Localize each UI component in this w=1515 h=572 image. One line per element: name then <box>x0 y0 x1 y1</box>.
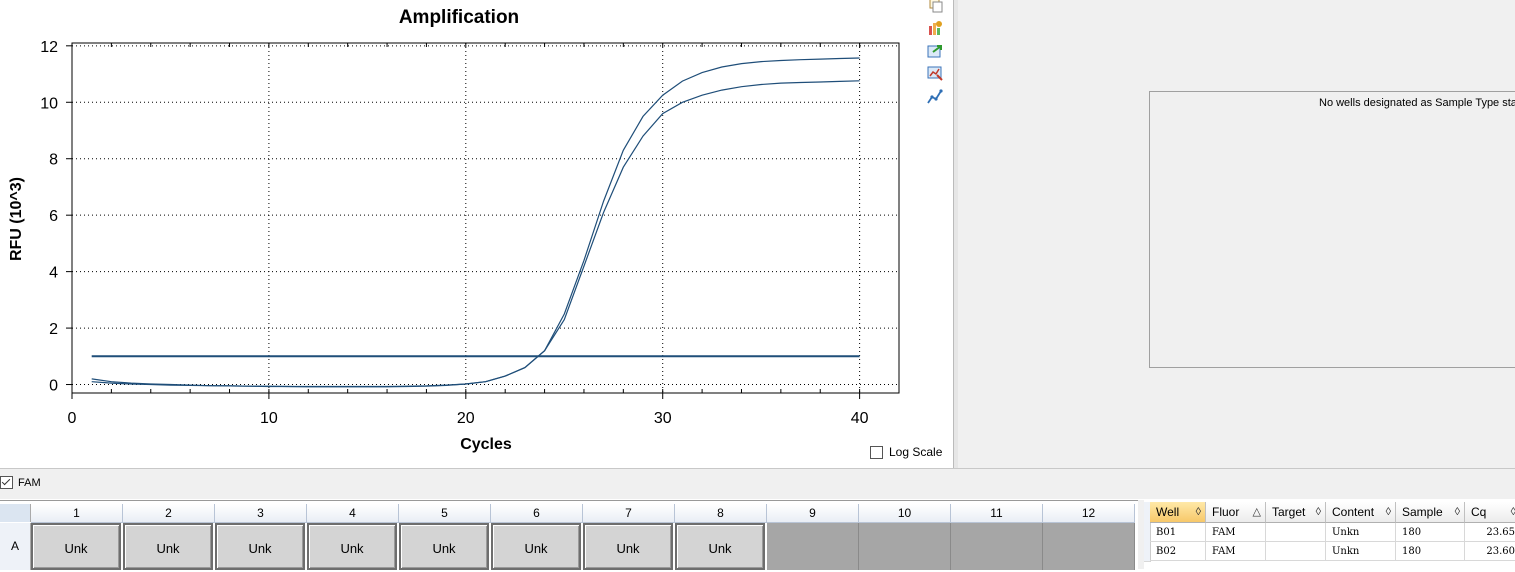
x-tick-label: 30 <box>654 410 672 427</box>
column-header-11[interactable]: 11 <box>951 504 1043 523</box>
column-header-5[interactable]: 5 <box>399 504 491 523</box>
well-a9[interactable] <box>767 523 859 570</box>
table-cell[interactable]: FAM <box>1206 523 1266 542</box>
x-tick-label: 10 <box>260 410 278 427</box>
well-a3[interactable]: Unk <box>215 523 305 570</box>
column-label: Cq <box>1471 505 1487 519</box>
table-cell[interactable]: 180 <box>1396 542 1465 561</box>
fam-checkbox[interactable] <box>0 476 13 489</box>
table-cell[interactable] <box>1266 542 1326 561</box>
column-header-8[interactable]: 8 <box>675 504 767 523</box>
x-tick-label: 20 <box>457 410 475 427</box>
amplification-chart: Amplification Cycles RFU (10^3) 0 10 20 30 4… <box>8 7 900 453</box>
fluor-selector-bar: FAM <box>0 468 1515 499</box>
well-a5[interactable]: Unk <box>399 523 489 570</box>
well-results-table: Well ◊ Fluor △ Target ◊ Content ◊ Sample ◊ Cq ◊ B01… <box>1144 502 1515 569</box>
well-a12[interactable] <box>1043 523 1135 570</box>
column-header-fluor[interactable]: Fluor △ <box>1206 502 1266 523</box>
amplification-curve-2 <box>91 80 860 388</box>
sort-icon[interactable]: ◊ <box>1316 502 1321 523</box>
export-icon[interactable] <box>927 43 943 59</box>
log-scale-checkbox[interactable] <box>870 445 883 459</box>
sort-icon[interactable]: ◊ <box>1196 502 1201 523</box>
well-a4[interactable]: Unk <box>307 523 397 570</box>
column-header-4[interactable]: 4 <box>307 504 399 523</box>
column-label: Well <box>1156 505 1180 519</box>
x-tick-label: 40 <box>851 410 869 427</box>
y-tick-label: 10 <box>40 95 58 112</box>
sort-icon[interactable]: △ <box>1253 502 1261 523</box>
plot-area-border <box>71 42 900 394</box>
column-label: Fluor <box>1212 505 1240 519</box>
table-cell[interactable]: B01 <box>1150 523 1206 542</box>
fluor-toggle[interactable]: FAM <box>0 476 41 489</box>
y-tick-label: 4 <box>49 265 58 282</box>
log-scale-toggle[interactable]: Log Scale <box>870 445 942 459</box>
y-tick-label: 2 <box>49 321 58 338</box>
well-a8[interactable]: Unk <box>675 523 765 570</box>
column-header-sample[interactable]: Sample ◊ <box>1396 502 1465 523</box>
curve-icon[interactable] <box>927 89 943 105</box>
fam-label: FAM <box>18 476 41 489</box>
x-axis-label: Cycles <box>460 436 512 453</box>
column-label: Target <box>1272 505 1306 519</box>
table-cell[interactable]: 23.60 <box>1465 542 1515 561</box>
plate-view: 1 2 3 4 5 6 7 8 9 10 11 12 A Unk Unk Unk Unk Unk Unk Unk U… <box>0 500 1138 570</box>
column-header-2[interactable]: 2 <box>123 504 215 523</box>
table-cell[interactable]: Unkn <box>1326 542 1396 561</box>
column-header-content[interactable]: Content ◊ <box>1326 502 1396 523</box>
column-header-12[interactable]: 12 <box>1043 504 1135 523</box>
column-label: Sample <box>1402 505 1443 519</box>
amplification-chart-panel: Amplification Cycles RFU (10^3) 0 10 20 30 4… <box>0 0 955 468</box>
well-a2[interactable]: Unk <box>123 523 213 570</box>
column-header-9[interactable]: 9 <box>767 504 859 523</box>
y-axis-label: RFU (10^3) <box>8 177 25 261</box>
column-header-cq[interactable]: Cq ◊ <box>1465 502 1515 523</box>
table-cell[interactable]: FAM <box>1206 542 1266 561</box>
chart-toolbar <box>923 0 947 110</box>
table-cell[interactable] <box>1266 523 1326 542</box>
sort-icon[interactable]: ◊ <box>1511 502 1515 523</box>
column-header-3[interactable]: 3 <box>215 504 307 523</box>
row-header-a[interactable]: A <box>0 523 31 570</box>
plate-select-all[interactable] <box>0 504 31 522</box>
sort-icon[interactable]: ◊ <box>1455 502 1460 523</box>
column-header-6[interactable]: 6 <box>491 504 583 523</box>
well-a11[interactable] <box>951 523 1043 570</box>
column-header-well[interactable]: Well ◊ <box>1150 502 1206 523</box>
chart-settings-icon[interactable] <box>927 20 943 36</box>
column-header-7[interactable]: 7 <box>583 504 675 523</box>
table-cell[interactable]: Unkn <box>1326 523 1396 542</box>
well-a6[interactable]: Unk <box>491 523 581 570</box>
column-header-1[interactable]: 1 <box>31 504 123 523</box>
well-a7[interactable]: Unk <box>583 523 673 570</box>
zoom-icon[interactable] <box>927 65 943 81</box>
y-tick-label: 6 <box>49 208 58 225</box>
log-scale-label: Log Scale <box>889 445 943 459</box>
well-a10[interactable] <box>859 523 951 570</box>
chart-title: Amplification <box>399 7 519 28</box>
standard-curve-box: No wells designated as Sample Type stand… <box>1149 91 1515 368</box>
table-cell[interactable]: B02 <box>1150 542 1206 561</box>
copy-icon[interactable] <box>927 0 943 16</box>
y-tick-label: 12 <box>40 39 58 56</box>
well-a1[interactable]: Unk <box>31 523 121 570</box>
amplification-curve-1 <box>91 57 860 388</box>
column-label: Content <box>1332 505 1375 519</box>
sort-icon[interactable]: ◊ <box>1386 502 1391 523</box>
table-cell[interactable]: 23.65 <box>1465 523 1515 542</box>
column-header-target[interactable]: Target ◊ <box>1266 502 1326 523</box>
column-header-10[interactable]: 10 <box>859 504 951 523</box>
y-tick-label: 8 <box>49 152 58 169</box>
x-tick-label: 0 <box>68 410 77 427</box>
standard-curve-message: No wells designated as Sample Type stand… <box>1319 97 1515 109</box>
y-tick-label: 0 <box>49 378 58 395</box>
table-cell[interactable]: 180 <box>1396 523 1465 542</box>
